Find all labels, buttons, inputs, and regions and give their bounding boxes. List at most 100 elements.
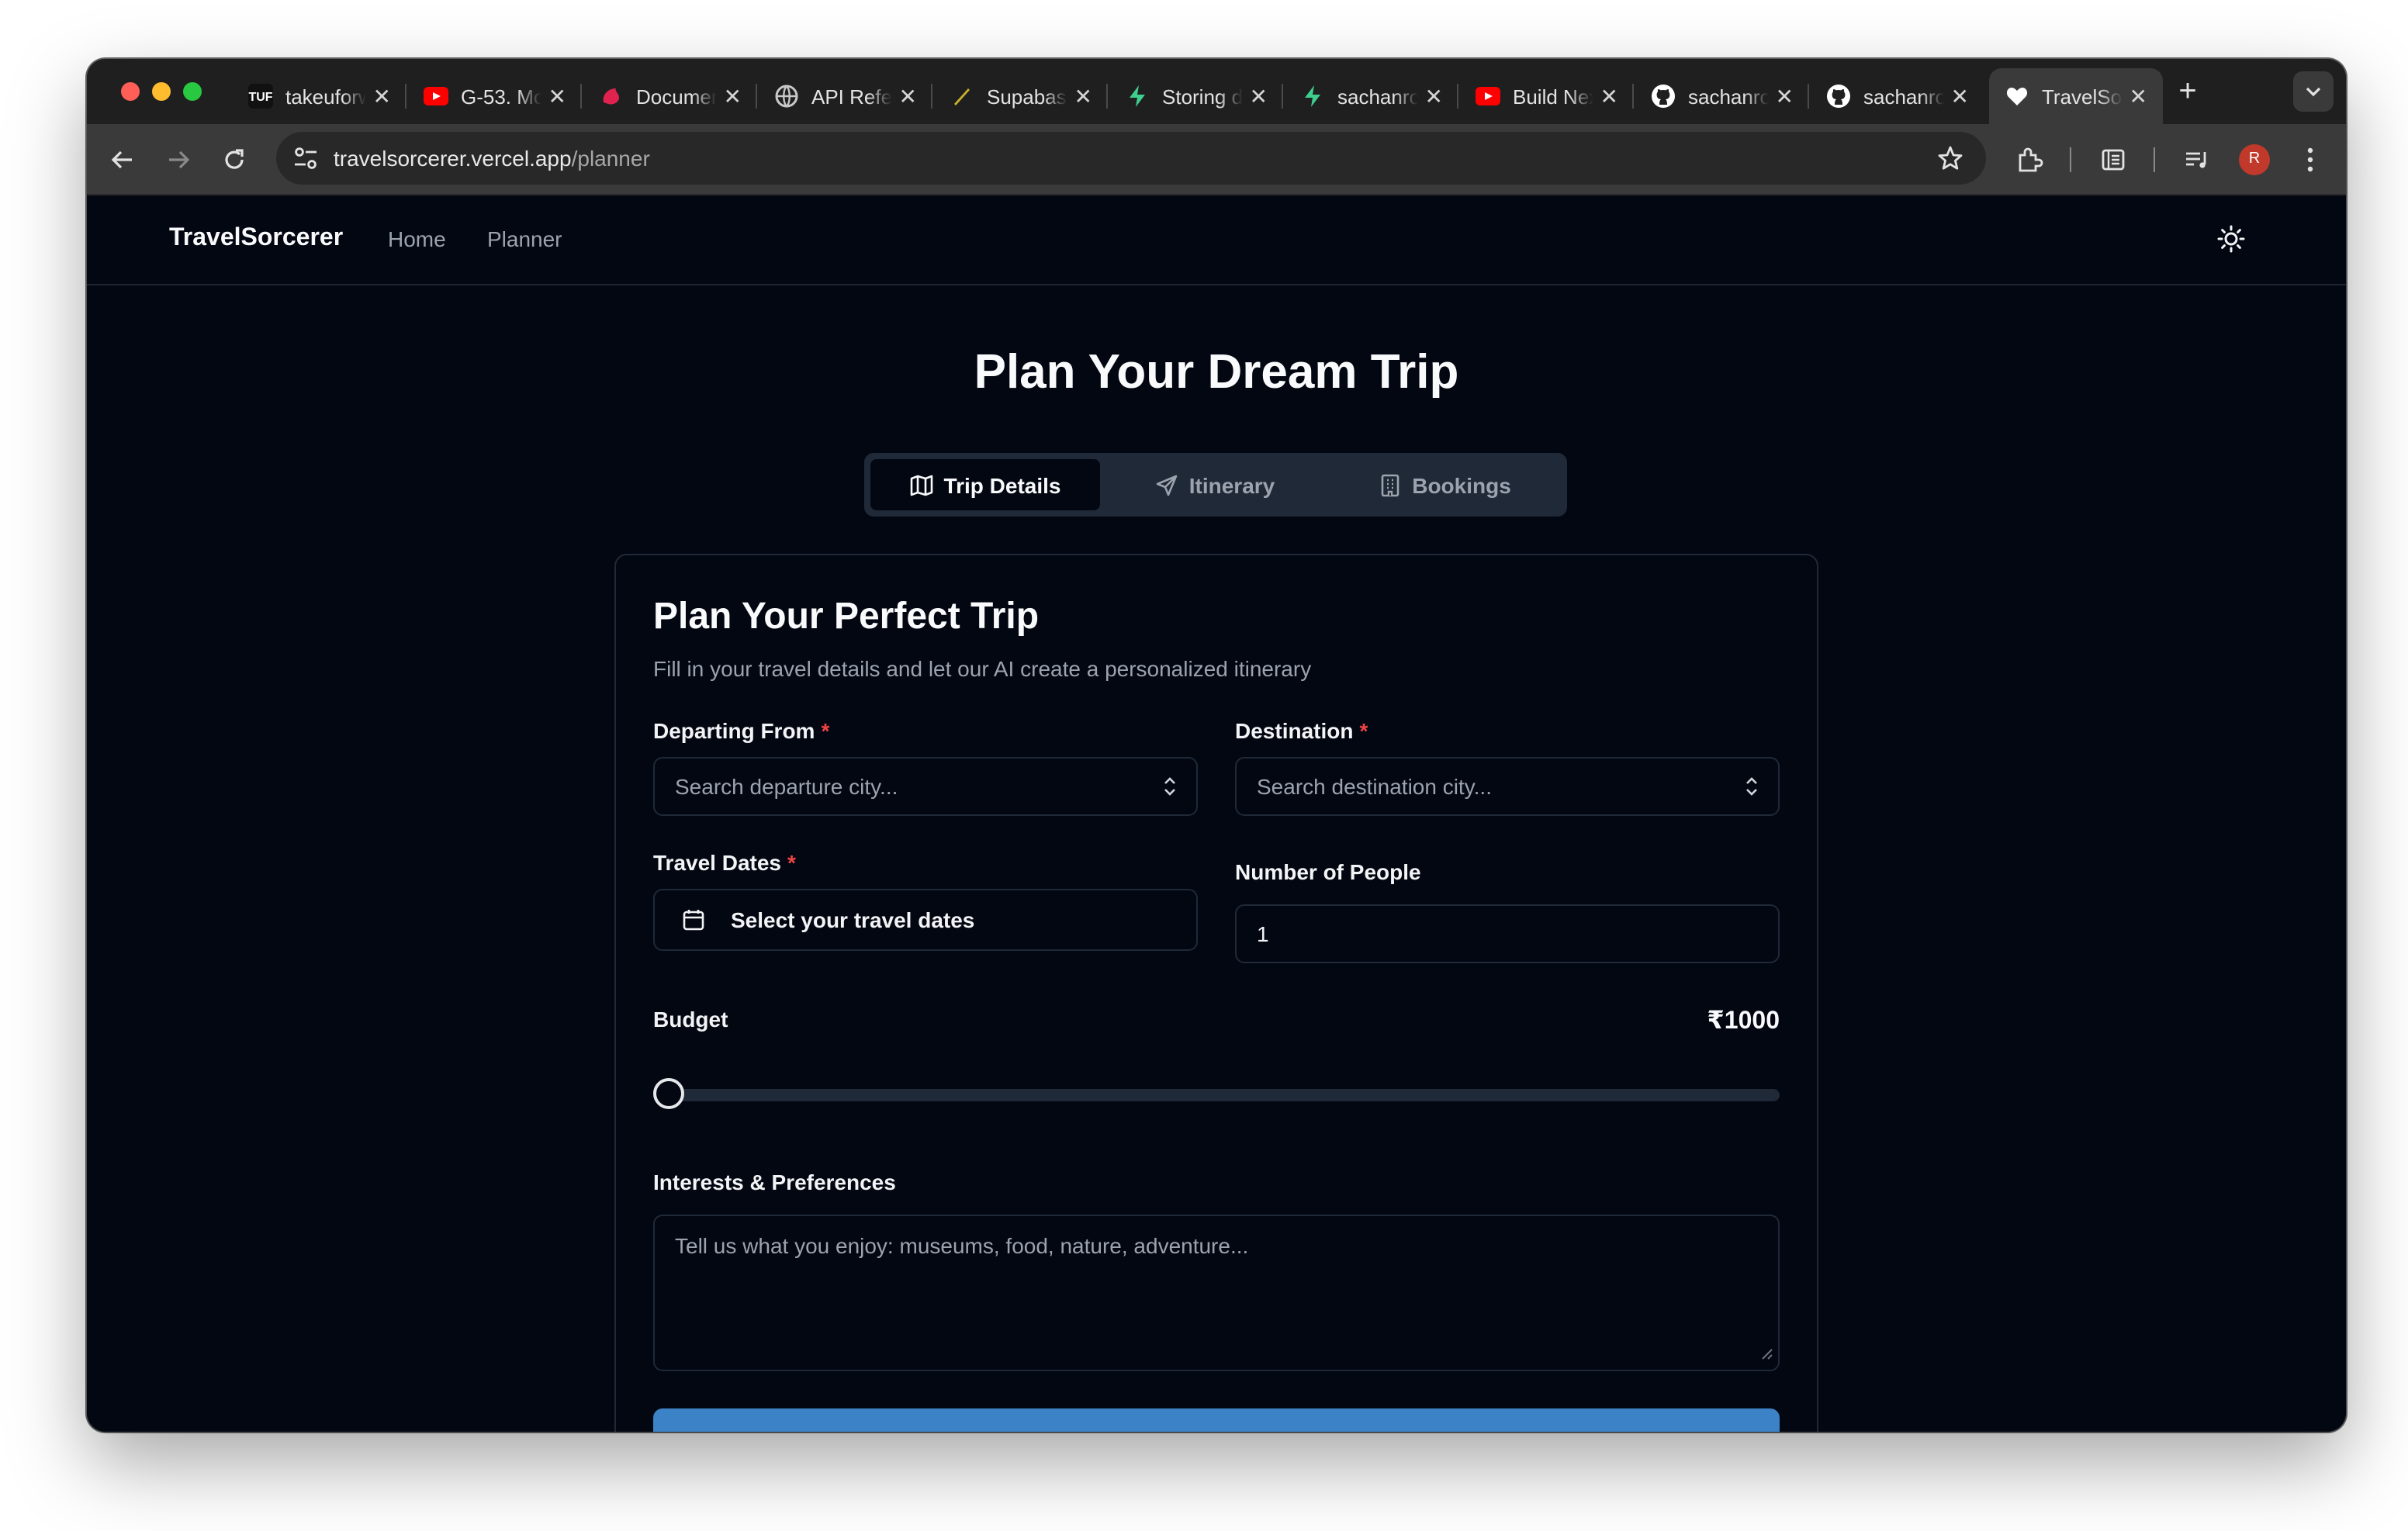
travel-dates-picker[interactable]: Select your travel dates	[653, 889, 1198, 951]
calendar-icon	[681, 907, 706, 937]
nestjs-icon	[599, 84, 624, 109]
github-icon	[1826, 84, 1851, 109]
destination-label: Destination *	[1235, 718, 1368, 743]
bookmark-star-icon[interactable]	[1936, 144, 1964, 180]
tab-title: takeuforward	[285, 85, 366, 108]
map-icon	[911, 474, 933, 496]
close-tab-icon[interactable]: ✕	[1776, 83, 1794, 109]
building-icon	[1381, 473, 1399, 496]
close-window-button[interactable]	[121, 82, 140, 101]
budget-value: ₹1000	[1707, 1008, 1780, 1035]
chevrons-up-down-icon	[1159, 776, 1181, 802]
nav-link-planner[interactable]: Planner	[487, 226, 562, 251]
tab-title: sachanrohit	[1688, 85, 1769, 108]
close-tab-icon[interactable]: ✕	[548, 83, 566, 109]
supabase-pencil-icon	[950, 84, 974, 109]
browser-tab[interactable]: API Reference ✕	[759, 68, 932, 124]
plane-icon	[1157, 474, 1178, 496]
youtube-icon	[1476, 84, 1500, 109]
browser-tab[interactable]: G-53. Most Stones ✕	[408, 68, 582, 124]
site-navbar: TravelSorcerer Home Planner	[87, 195, 2346, 285]
departing-label: Departing From *	[653, 718, 830, 743]
toolbar-divider	[2070, 147, 2071, 172]
maximize-window-button[interactable]	[183, 82, 202, 101]
web-page: TravelSorcerer Home Planner Plan Your Dr…	[87, 195, 2346, 1432]
departure-placeholder: Search departure city...	[675, 774, 898, 799]
address-bar[interactable]: travelsorcerer.vercel.app/planner	[276, 132, 1986, 185]
browser-tab[interactable]: Build Next.js ✕	[1460, 68, 1634, 124]
tab-title: API Reference	[811, 85, 892, 108]
new-tab-icon[interactable]: +	[2169, 74, 2206, 112]
close-tab-icon[interactable]: ✕	[373, 83, 391, 109]
tab-title: Supabase	[987, 85, 1067, 108]
supabase-icon	[1125, 84, 1150, 109]
github-icon	[1651, 84, 1676, 109]
tab-trip-details[interactable]: Trip Details	[870, 459, 1100, 510]
budget-slider-thumb[interactable]	[653, 1078, 684, 1109]
profile-avatar[interactable]: R	[2239, 144, 2270, 175]
trip-form-card: Plan Your Perfect Trip Fill in your trav…	[614, 554, 1818, 1432]
people-label: Number of People	[1235, 859, 1421, 884]
tab-title: G-53. Most Stones	[461, 85, 541, 108]
browser-tab[interactable]: TUF takeuforward ✕	[233, 68, 407, 124]
travel-dates-text: Select your travel dates	[731, 907, 975, 932]
supabase-icon	[1300, 84, 1325, 109]
close-tab-icon[interactable]: ✕	[1425, 83, 1443, 109]
nav-link-home[interactable]: Home	[388, 226, 446, 251]
tab-title: TravelSorcerer	[2042, 85, 2123, 108]
tab-search-icon[interactable]	[2293, 71, 2334, 112]
browser-tab[interactable]: sachanrohit ✕	[1811, 68, 1984, 124]
close-tab-icon[interactable]: ✕	[2129, 83, 2147, 109]
close-tab-icon[interactable]: ✕	[899, 83, 917, 109]
browser-tab[interactable]: Documentation ✕	[583, 68, 757, 124]
tab-title: Storing data	[1162, 85, 1243, 108]
tab-title: sachanrohit	[1337, 85, 1418, 108]
tab-title: Documentation	[636, 85, 717, 108]
sun-icon[interactable]	[2216, 223, 2247, 254]
generate-itinerary-button[interactable]	[653, 1408, 1780, 1432]
tab-label: Bookings	[1412, 472, 1511, 497]
browser-tab[interactable]: Storing data ✕	[1109, 68, 1283, 124]
close-tab-icon[interactable]: ✕	[1074, 83, 1092, 109]
budget-slider-track[interactable]	[669, 1089, 1780, 1101]
tab-itinerary[interactable]: Itinerary	[1100, 459, 1330, 510]
form-subtitle: Fill in your travel details and let our …	[653, 656, 1312, 681]
site-settings-icon[interactable]	[292, 144, 320, 180]
extensions-icon[interactable]	[2012, 143, 2046, 177]
tab-bookings[interactable]: Bookings	[1330, 459, 1559, 510]
more-menu-icon[interactable]	[2293, 143, 2327, 177]
forward-arrow-icon[interactable]	[161, 143, 195, 177]
tab-strip: TUF takeuforward ✕ G-53. Most Stones ✕ D…	[87, 59, 2346, 124]
tab-title: Build Next.js	[1513, 85, 1593, 108]
close-tab-icon[interactable]: ✕	[724, 83, 742, 109]
toolbar-divider	[2154, 147, 2155, 172]
interests-placeholder: Tell us what you enjoy: museums, food, n…	[675, 1233, 1249, 1258]
close-tab-icon[interactable]: ✕	[1951, 83, 1969, 109]
departure-city-select[interactable]: Search departure city...	[653, 757, 1198, 816]
browser-tab[interactable]: sachanrohit ✕	[1635, 68, 1809, 124]
reading-list-icon[interactable]	[2096, 143, 2130, 177]
browser-tab-active[interactable]: TravelSorcerer ✕	[1989, 68, 2163, 124]
close-tab-icon[interactable]: ✕	[1250, 83, 1268, 109]
people-count-value: 1	[1257, 921, 1269, 946]
destination-placeholder: Search destination city...	[1257, 774, 1492, 799]
tab-label: Trip Details	[943, 472, 1061, 497]
close-tab-icon[interactable]: ✕	[1600, 83, 1618, 109]
page-title: Plan Your Dream Trip	[974, 344, 1459, 399]
back-arrow-icon[interactable]	[106, 143, 140, 177]
media-queue-icon[interactable]	[2180, 143, 2214, 177]
minimize-window-button[interactable]	[152, 82, 171, 101]
chevrons-up-down-icon	[1741, 776, 1763, 802]
interests-label: Interests & Preferences	[653, 1170, 896, 1194]
budget-label: Budget	[653, 1007, 728, 1032]
destination-city-select[interactable]: Search destination city...	[1235, 757, 1780, 816]
browser-tab[interactable]: sachanrohit ✕	[1285, 68, 1458, 124]
people-count-input[interactable]: 1	[1235, 904, 1780, 963]
interests-textarea[interactable]: Tell us what you enjoy: museums, food, n…	[653, 1215, 1780, 1371]
resize-grip-icon[interactable]	[1761, 1340, 1773, 1365]
youtube-icon	[424, 84, 448, 109]
browser-tab[interactable]: Supabase ✕	[934, 68, 1108, 124]
tuf-icon: TUF	[248, 84, 273, 109]
reload-icon[interactable]	[217, 143, 251, 177]
brand-logo[interactable]: TravelSorcerer	[169, 225, 343, 253]
